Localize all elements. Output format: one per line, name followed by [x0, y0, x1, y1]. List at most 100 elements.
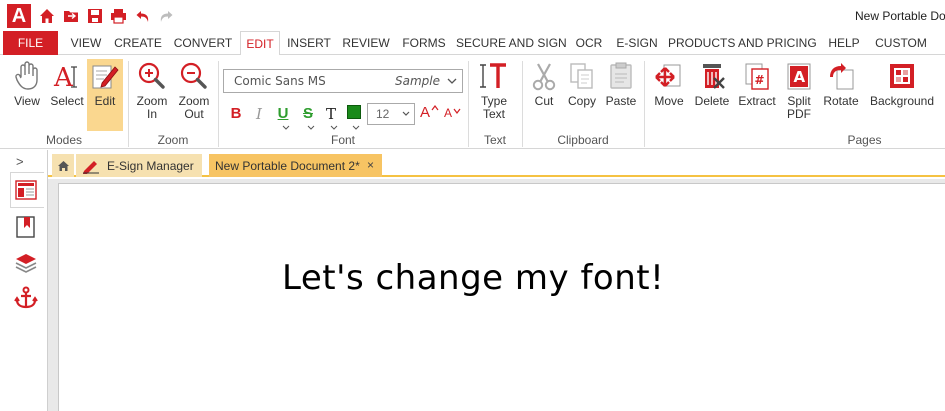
home-tab[interactable] — [52, 154, 74, 177]
menu-edit[interactable]: EDIT — [240, 31, 280, 56]
anchor-icon[interactable] — [12, 284, 40, 312]
grow-font-button[interactable]: A — [420, 104, 440, 122]
split-pdf-button[interactable]: A Split PDF — [781, 59, 817, 131]
arrow-down-icon — [453, 108, 461, 114]
open-folder-icon[interactable] — [61, 6, 81, 26]
rotate-page-label: Rotate — [823, 94, 859, 108]
close-tab-icon[interactable]: × — [367, 158, 374, 172]
delete-page-label: Delete — [694, 94, 730, 108]
split-pdf-icon: A — [783, 59, 815, 93]
type-text-label: Type Text — [480, 94, 507, 121]
shrink-font-button[interactable]: A — [444, 106, 462, 122]
text-select-icon: A — [51, 59, 83, 93]
home-icon — [57, 160, 69, 171]
cut-label: Cut — [534, 94, 554, 108]
menu-forms[interactable]: FORMS — [398, 31, 450, 55]
save-icon[interactable] — [85, 6, 105, 26]
menu-e-sign[interactable]: E-SIGN — [612, 31, 662, 55]
background-label: Background — [869, 94, 935, 108]
paste-label: Paste — [605, 94, 637, 108]
zoom-in-label: Zoom In — [136, 94, 168, 121]
chevron-down-icon — [282, 125, 290, 130]
app-logo[interactable]: A — [7, 4, 31, 28]
background-icon — [886, 59, 918, 93]
zoom-out-icon — [178, 59, 210, 93]
home-icon[interactable] — [37, 6, 57, 26]
chevron-down-icon — [330, 125, 338, 130]
paste-button[interactable]: Paste — [603, 59, 639, 131]
pages-group-label: Pages — [847, 133, 882, 147]
menu-help[interactable]: HELP — [824, 31, 864, 55]
trash-icon — [696, 59, 728, 93]
zoom-group-label: Zoom — [157, 133, 189, 147]
edit-mode-label: Edit — [94, 94, 116, 108]
zoom-in-button[interactable]: Zoom In — [134, 59, 170, 131]
cut-button[interactable]: Cut — [527, 59, 561, 131]
document-text[interactable]: Let's change my font! — [282, 258, 664, 298]
edit-mode-button[interactable]: Edit — [87, 59, 123, 131]
title-bar: A New Portable Docu — [0, 0, 945, 31]
zoom-out-button[interactable]: Zoom Out — [175, 59, 213, 131]
chevron-down-icon — [307, 125, 315, 130]
menu-create[interactable]: CREATE — [112, 31, 164, 55]
menu-view[interactable]: VIEW — [66, 31, 106, 55]
delete-page-button[interactable]: Delete — [692, 59, 732, 131]
select-mode-label: Select — [50, 94, 84, 108]
rotate-page-button[interactable]: Rotate — [821, 59, 861, 131]
ribbon-edit: View A Select Edit Modes Zoom In Zoom Ou… — [0, 55, 945, 149]
modes-group-label: Modes — [45, 133, 83, 147]
menu-insert[interactable]: INSERT — [285, 31, 333, 55]
strikethrough-button[interactable]: S — [298, 105, 318, 122]
menu-file[interactable]: FILE — [3, 31, 58, 55]
type-text-button[interactable]: Type Text — [475, 59, 513, 131]
italic-button[interactable]: I — [249, 105, 269, 123]
menu-custom[interactable]: CUSTOM — [870, 31, 932, 55]
clipboard-group-label: Clipboard — [557, 133, 609, 147]
layers-icon[interactable] — [12, 248, 40, 276]
fill-color-swatch[interactable] — [347, 105, 361, 119]
font-family-select[interactable]: Comic Sans MS Sample — [223, 69, 463, 93]
scissors-icon — [528, 59, 560, 93]
tab-document[interactable]: New Portable Document 2* × — [209, 154, 382, 177]
text-color-button[interactable]: T — [321, 105, 341, 123]
move-page-label: Move — [654, 94, 684, 108]
font-family-value: Comic Sans MS — [234, 74, 326, 88]
background-button[interactable]: Background — [868, 59, 936, 131]
chevron-down-icon — [402, 111, 410, 116]
left-panel-strip: > — [0, 150, 48, 411]
font-size-select[interactable]: 12 — [367, 103, 415, 125]
menu-secure-and-sign[interactable]: SECURE AND SIGN — [456, 31, 567, 55]
document-tab-strip: E-Sign Manager New Portable Document 2* … — [48, 150, 945, 177]
view-mode-button[interactable]: View — [8, 59, 46, 131]
menu-review[interactable]: REVIEW — [340, 31, 392, 55]
menu-products-and-pricing[interactable]: PRODUCTS AND PRICING — [668, 31, 817, 55]
text-group-label: Text — [483, 133, 506, 147]
select-mode-button[interactable]: A Select — [48, 59, 86, 131]
font-group-label: Font — [330, 133, 355, 147]
tab-e-sign-manager[interactable]: E-Sign Manager — [76, 154, 202, 177]
undo-icon[interactable] — [133, 6, 153, 26]
underline-button[interactable]: U — [273, 105, 293, 122]
copy-button[interactable]: Copy — [565, 59, 599, 131]
bookmarks-icon[interactable] — [12, 213, 40, 241]
arrow-up-icon — [431, 105, 439, 111]
font-size-value: 12 — [376, 107, 390, 121]
svg-text:A: A — [794, 68, 806, 86]
expand-panel-button[interactable]: > — [16, 154, 24, 169]
extract-icon: # — [741, 59, 773, 93]
extract-pages-label: Extract — [738, 94, 776, 108]
svg-text:#: # — [755, 73, 765, 87]
bold-button[interactable]: B — [226, 105, 246, 122]
page-thumbnails-icon[interactable] — [12, 176, 40, 204]
e-sign-pen-icon — [83, 160, 99, 174]
extract-pages-button[interactable]: # Extract — [737, 59, 777, 131]
print-icon[interactable] — [108, 6, 128, 26]
menu-convert[interactable]: CONVERT — [171, 31, 235, 55]
redo-icon[interactable] — [156, 6, 176, 26]
edit-pencil-icon — [89, 59, 121, 93]
move-icon — [653, 59, 685, 93]
menu-ocr[interactable]: OCR — [571, 31, 607, 55]
move-page-button[interactable]: Move — [650, 59, 688, 131]
paste-icon — [605, 59, 637, 93]
window-title: New Portable Docu — [855, 9, 945, 23]
